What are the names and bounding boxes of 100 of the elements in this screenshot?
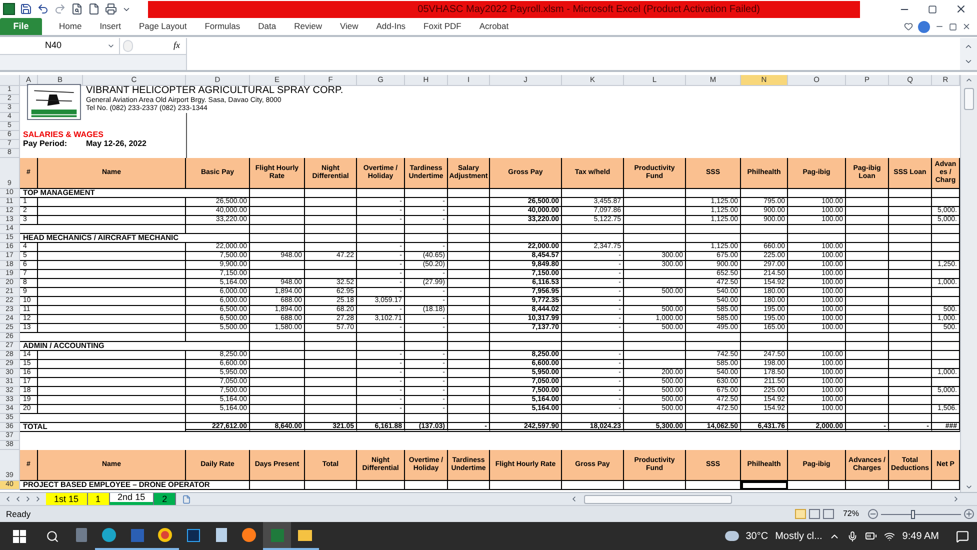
ribbon-tab[interactable]: Review <box>285 18 331 35</box>
empty-cell <box>846 198 889 207</box>
empty-cell <box>250 405 305 414</box>
ribbon-tab[interactable]: View <box>330 18 368 35</box>
empty-cell <box>562 414 624 423</box>
ribbon-tab[interactable]: Page Layout <box>130 18 196 35</box>
formula-input[interactable] <box>186 38 960 70</box>
scroll-left-icon[interactable] <box>570 495 578 503</box>
spreadsheet-app-icon[interactable] <box>263 522 291 550</box>
zoom-out-icon[interactable] <box>868 509 878 519</box>
scroll-right-icon[interactable] <box>952 495 960 503</box>
empty-cell <box>846 189 889 198</box>
previous-sheet-icon[interactable] <box>14 495 22 503</box>
empty-cell <box>490 414 562 423</box>
empty-cell <box>686 225 741 234</box>
zoom-slider[interactable] <box>881 510 961 518</box>
empty-cell <box>624 234 686 243</box>
next-sheet-icon[interactable] <box>24 495 32 503</box>
restore-icon[interactable] <box>928 4 937 14</box>
insert-function-button[interactable]: fx <box>174 39 180 53</box>
sheet-tab[interactable]: 1 <box>88 493 110 505</box>
empty-cell <box>405 225 448 234</box>
empty-cell <box>846 342 889 351</box>
ribbon-tab[interactable]: Foxit PDF <box>414 18 470 35</box>
battery-icon[interactable] <box>865 530 878 542</box>
zoom-thumb[interactable] <box>911 510 916 518</box>
empty-cell <box>624 333 686 342</box>
sheet-tab[interactable]: 2 <box>154 493 176 505</box>
empty-cell <box>741 333 788 342</box>
scroll-up-icon[interactable] <box>964 42 973 51</box>
name-box[interactable]: N40 <box>0 38 120 54</box>
empty-cell <box>624 360 686 369</box>
clock[interactable]: 9:49 AM <box>902 528 939 544</box>
zoom-level[interactable]: 72% <box>842 508 859 520</box>
empty-cell <box>250 369 305 378</box>
scroll-down-icon[interactable] <box>964 57 973 66</box>
ribbon-tab[interactable]: Formulas <box>196 18 250 35</box>
page-layout-icon[interactable] <box>808 509 820 519</box>
scroll-down-icon[interactable] <box>965 483 973 491</box>
horizontal-scroll-thumb[interactable] <box>584 494 732 504</box>
printer-icon[interactable] <box>105 3 117 15</box>
insert-sheet-icon[interactable] <box>182 494 192 504</box>
sheet-tab[interactable]: 2nd 15 <box>110 493 154 502</box>
ribbon-tab[interactable]: Data <box>249 18 286 35</box>
empty-cell <box>448 351 490 360</box>
empty-cell <box>448 333 490 342</box>
empty-cell <box>250 198 305 207</box>
empty-cell <box>889 405 932 414</box>
empty-cell <box>250 243 305 252</box>
weather-icon[interactable] <box>724 531 739 541</box>
scroll-thumb[interactable] <box>964 88 974 110</box>
notifications-icon[interactable] <box>956 530 969 542</box>
empty-cell <box>448 207 490 216</box>
empty-cell <box>846 252 889 261</box>
empty-cell <box>889 414 932 423</box>
page-break-icon[interactable] <box>822 509 834 519</box>
empty-cell <box>305 216 357 225</box>
ribbon-tab[interactable]: Add-Ins <box>367 18 415 35</box>
empty-cell <box>741 234 788 243</box>
empty-cell <box>448 324 490 333</box>
empty-cell <box>846 297 889 306</box>
empty-cell <box>448 189 490 198</box>
empty-cell <box>305 342 357 351</box>
close-icon[interactable] <box>955 3 967 15</box>
ribbon-tab[interactable]: Home <box>50 18 91 35</box>
empty-cell <box>448 360 490 369</box>
redo-icon[interactable] <box>54 3 66 15</box>
empty-cell <box>686 342 741 351</box>
ribbon-tab[interactable]: Acrobat <box>470 18 518 35</box>
empty-cell <box>889 261 932 270</box>
undo-icon[interactable] <box>37 3 49 15</box>
empty-cell <box>305 369 357 378</box>
sheet-tab[interactable]: 1st 15 <box>46 493 88 505</box>
first-sheet-icon[interactable] <box>4 495 12 503</box>
help-icon[interactable] <box>918 20 930 32</box>
file-tab[interactable]: File <box>0 18 42 35</box>
scroll-up-icon[interactable] <box>965 76 973 84</box>
microphone-icon[interactable] <box>847 530 858 542</box>
save-icon[interactable] <box>20 3 32 15</box>
vertical-scrollbar[interactable] <box>960 75 977 492</box>
print-preview-icon[interactable] <box>71 3 83 15</box>
empty-cell <box>448 288 490 297</box>
pay-period-value: May 12-26, 2022 <box>86 139 146 148</box>
empty-cell <box>686 234 741 243</box>
ribbon-tab[interactable]: Insert <box>90 18 130 35</box>
wifi-icon[interactable] <box>884 530 896 542</box>
new-file-icon[interactable] <box>88 3 100 15</box>
empty-cell <box>186 225 250 234</box>
zoom-in-icon[interactable] <box>964 509 974 519</box>
weather-text[interactable]: Mostly cl... <box>775 528 822 544</box>
temperature[interactable]: 30°C <box>746 528 768 544</box>
last-sheet-icon[interactable] <box>34 495 42 503</box>
close-icon[interactable] <box>962 22 971 31</box>
empty-cell <box>889 324 932 333</box>
empty-cell <box>624 243 686 252</box>
empty-cell <box>846 369 889 378</box>
empty-cell <box>305 189 357 198</box>
heart-icon[interactable] <box>904 22 913 31</box>
company-logo <box>27 84 81 120</box>
search-icon[interactable] <box>46 530 59 542</box>
